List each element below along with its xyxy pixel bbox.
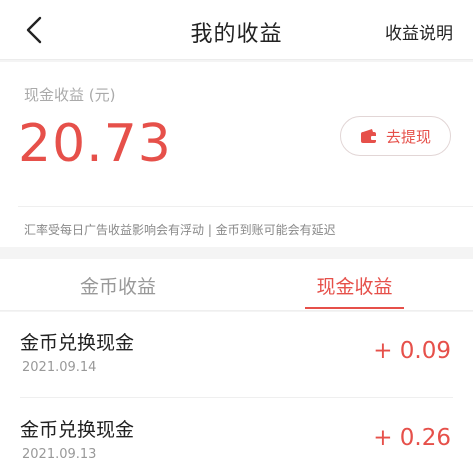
divider — [18, 206, 473, 207]
tab-coin-earnings[interactable]: 金币收益 — [0, 259, 236, 311]
earnings-tabs: 金币收益 现金收益 — [0, 259, 473, 311]
balance-label: 现金收益 (元) — [24, 86, 116, 104]
balance-amount: 20.73 — [18, 114, 172, 174]
active-tab-indicator — [305, 307, 404, 309]
wallet-icon — [360, 129, 377, 143]
record-date: 2021.09.13 — [22, 447, 97, 462]
list-item[interactable]: 金币兑换现金 2021.09.13 + 0.26 — [0, 399, 473, 469]
tab-cash-earnings[interactable]: 现金收益 — [236, 259, 473, 311]
record-title: 金币兑换现金 — [20, 419, 135, 441]
record-title: 金币兑换现金 — [20, 332, 135, 354]
withdraw-label: 去提现 — [385, 127, 431, 146]
record-amount: + 0.09 — [373, 338, 451, 364]
list-item[interactable]: 金币兑换现金 2021.09.14 + 0.09 — [0, 312, 473, 398]
balance-card: 现金收益 (元) 20.73 去提现 汇率受每日广告收益影响会有浮动 | 金币到… — [0, 62, 473, 247]
balance-note: 汇率受每日广告收益影响会有浮动 | 金币到账可能会有延迟 — [24, 223, 336, 237]
record-amount: + 0.26 — [373, 425, 451, 451]
earnings-list: 金币兑换现金 2021.09.14 + 0.09 金币兑换现金 2021.09.… — [0, 312, 473, 469]
withdraw-button[interactable]: 去提现 — [340, 116, 451, 156]
header-bar: 我的收益 收益说明 — [0, 0, 473, 60]
earnings-help-link[interactable]: 收益说明 — [385, 19, 453, 44]
divider — [20, 397, 453, 398]
record-date: 2021.09.14 — [22, 360, 97, 375]
earnings-screen: 我的收益 收益说明 现金收益 (元) 20.73 去提现 汇率受每日广告收益影响… — [0, 0, 473, 469]
